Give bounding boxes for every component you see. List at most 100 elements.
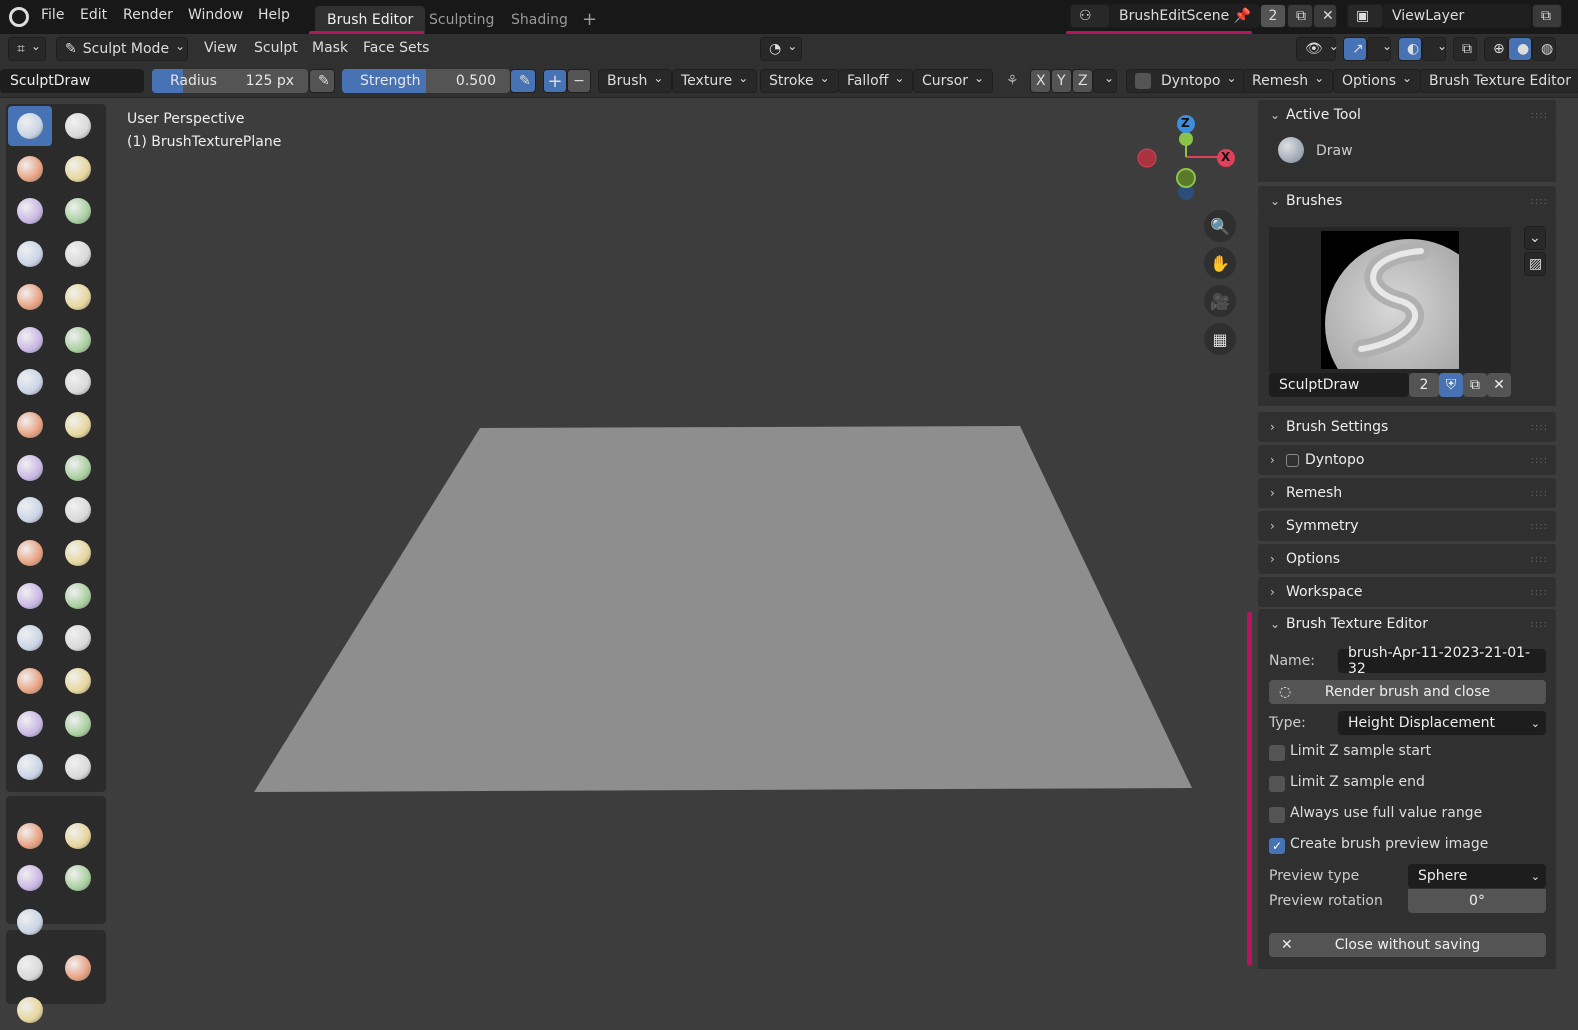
drag-handle-icon[interactable]: ::::	[1531, 455, 1548, 466]
preview-type-dropdown[interactable]: Sphere ⌄	[1408, 864, 1546, 888]
symmetry-y-toggle[interactable]: Y	[1051, 69, 1072, 93]
panel-header-remesh[interactable]: › Remesh::::	[1258, 478, 1556, 508]
tool-clay-thumb[interactable]	[8, 191, 52, 231]
tool-box-mask[interactable]	[8, 816, 52, 856]
strength-pressure-icon[interactable]: ✎	[510, 69, 536, 93]
tool-elastic-deform[interactable]	[8, 448, 52, 488]
pin-icon[interactable]: 📌	[1234, 8, 1251, 24]
blender-logo-icon[interactable]	[9, 7, 29, 27]
tab-brush-editor[interactable]: Brush Editor	[315, 6, 426, 34]
tool-boundary[interactable]	[56, 576, 100, 616]
strength-slider[interactable]: Strength 0.500	[342, 69, 510, 93]
type-dropdown[interactable]: Height Displacement ⌄	[1338, 711, 1546, 735]
panel-header-brush-settings[interactable]: › Brush Settings::::	[1258, 412, 1556, 442]
tool-cloth-filter[interactable]	[56, 948, 100, 988]
gizmo-z-label[interactable]: Z	[1181, 116, 1190, 130]
drag-handle-icon[interactable]: ::::	[1531, 422, 1548, 433]
scene-name-field[interactable]: BrushEditScene 📌	[1110, 4, 1260, 28]
radius-slider[interactable]: Radius 125 px	[152, 69, 308, 93]
tool-clay[interactable]	[8, 149, 52, 189]
tool-thumb[interactable]	[8, 490, 52, 530]
overlay-dropdown[interactable]	[1422, 37, 1446, 61]
tool-box-hide[interactable]	[56, 816, 100, 856]
drag-handle-icon[interactable]: ::::	[1531, 521, 1548, 532]
tool-pose[interactable]	[56, 490, 100, 530]
solid-shading-icon[interactable]: ●	[1508, 37, 1532, 61]
tool-multiplane-scrape[interactable]	[56, 362, 100, 402]
tool-scrape[interactable]	[8, 362, 52, 402]
view-layer-icon[interactable]: ▣	[1347, 4, 1383, 28]
brush-image-icon[interactable]: ▨	[1524, 252, 1546, 276]
checkbox-label[interactable]: Limit Z sample start	[1290, 743, 1431, 759]
tool-nudge[interactable]	[8, 533, 52, 573]
tool-crease[interactable]	[8, 277, 52, 317]
menu-help[interactable]: Help	[258, 7, 290, 23]
drag-handle-icon[interactable]: ::::	[1531, 554, 1548, 565]
editor-type-icon[interactable]: ⌗	[8, 37, 46, 61]
close-scene-icon[interactable]: ✕	[1313, 4, 1337, 28]
brush-datablock-name[interactable]: SculptDraw	[1269, 373, 1409, 397]
panel-header-options[interactable]: › Options::::	[1258, 544, 1556, 574]
tool-layer[interactable]	[56, 191, 100, 231]
tool-draw-face-sets[interactable]	[56, 661, 100, 701]
grid-perspective-icon[interactable]: ▦	[1204, 323, 1236, 355]
checkbox-limit-z-sample-end[interactable]	[1269, 776, 1285, 792]
tool-rotate[interactable]	[56, 533, 100, 573]
unlink-brush-icon[interactable]: ✕	[1487, 373, 1511, 397]
duplicate-scene-icon[interactable]: ⧉	[1287, 4, 1313, 28]
radius-pressure-icon[interactable]: ✎	[309, 69, 335, 93]
tool-flatten[interactable]	[8, 320, 52, 360]
checkbox-create-brush-preview-image[interactable]: ✓	[1269, 838, 1285, 854]
panel-header-dyntopo[interactable]: › Dyntopo::::	[1258, 445, 1556, 475]
remesh-dropdown[interactable]: Remesh	[1243, 69, 1334, 93]
scene-users[interactable]: 2	[1260, 4, 1286, 28]
symmetry-dropdown[interactable]	[1093, 69, 1117, 93]
drag-handle-icon[interactable]: ::::	[1531, 587, 1548, 598]
tool-blob[interactable]	[56, 234, 100, 274]
fake-user-shield-icon[interactable]: ⛨	[1439, 373, 1463, 397]
brush-list-dropdown-icon[interactable]: ⌄	[1524, 226, 1546, 250]
tool-color-filter[interactable]	[8, 990, 52, 1030]
menu-face-sets[interactable]: Face Sets	[363, 40, 429, 56]
brush-dropdown[interactable]: Brush	[598, 69, 673, 93]
tool-clay-strips[interactable]	[56, 149, 100, 189]
camera-icon[interactable]: 🎥	[1204, 285, 1236, 317]
tool-smear[interactable]	[56, 747, 100, 787]
pan-hand-icon[interactable]: ✋	[1204, 247, 1236, 279]
panel-header-brushes[interactable]: ⌄ Brushes::::	[1258, 186, 1556, 216]
tool-smooth[interactable]	[56, 277, 100, 317]
tool-simplify[interactable]	[56, 618, 100, 658]
menu-render[interactable]: Render	[123, 7, 173, 23]
preview-rotation-field[interactable]: 0°	[1408, 889, 1546, 913]
scene-selector-icon[interactable]: ⚇	[1070, 4, 1110, 28]
zoom-icon[interactable]: 🔍	[1204, 210, 1236, 242]
overlay-toggle-icon[interactable]: ◐	[1398, 37, 1422, 61]
checkbox-limit-z-sample-start[interactable]	[1269, 745, 1285, 761]
tool-fill[interactable]	[56, 320, 100, 360]
transform-pivot-icon[interactable]: ◔	[760, 37, 802, 61]
duplicate-view-layer-icon[interactable]: ⧉	[1532, 4, 1562, 28]
tool-multires-smear[interactable]	[56, 704, 100, 744]
menu-edit[interactable]: Edit	[80, 7, 107, 23]
drag-handle-icon[interactable]: ::::	[1531, 488, 1548, 499]
checkbox-label[interactable]: Limit Z sample end	[1290, 774, 1425, 790]
menu-mask[interactable]: Mask	[312, 40, 348, 56]
tool-box-trim[interactable]	[56, 858, 100, 898]
dyntopo-dropdown[interactable]: Dyntopo	[1126, 69, 1246, 93]
tab-shading[interactable]: Shading	[499, 6, 580, 34]
tool-slide-relax[interactable]	[8, 576, 52, 616]
direction-add-button[interactable]: +	[543, 69, 567, 93]
symmetry-x-toggle[interactable]: X	[1030, 69, 1051, 93]
tool-paint[interactable]	[8, 747, 52, 787]
duplicate-brush-icon[interactable]: ⧉	[1463, 373, 1487, 397]
tool-box-face-set[interactable]	[8, 858, 52, 898]
tool-draw-sharp[interactable]	[56, 106, 100, 146]
options-dropdown[interactable]: Options	[1333, 69, 1422, 93]
panel-header-active-tool[interactable]: ⌄ Active Tool::::	[1258, 100, 1556, 130]
dyntopo-panel-checkbox[interactable]	[1286, 453, 1299, 467]
texture-dropdown[interactable]: Texture	[672, 69, 758, 93]
gizmo-x-label[interactable]: X	[1221, 150, 1230, 164]
mode-selector[interactable]: ✎ Sculpt Mode	[56, 37, 188, 61]
texture-name-field[interactable]: brush-Apr-11-2023-21-01-32	[1338, 645, 1546, 677]
brush-name-field[interactable]: SculptDraw	[0, 69, 144, 93]
